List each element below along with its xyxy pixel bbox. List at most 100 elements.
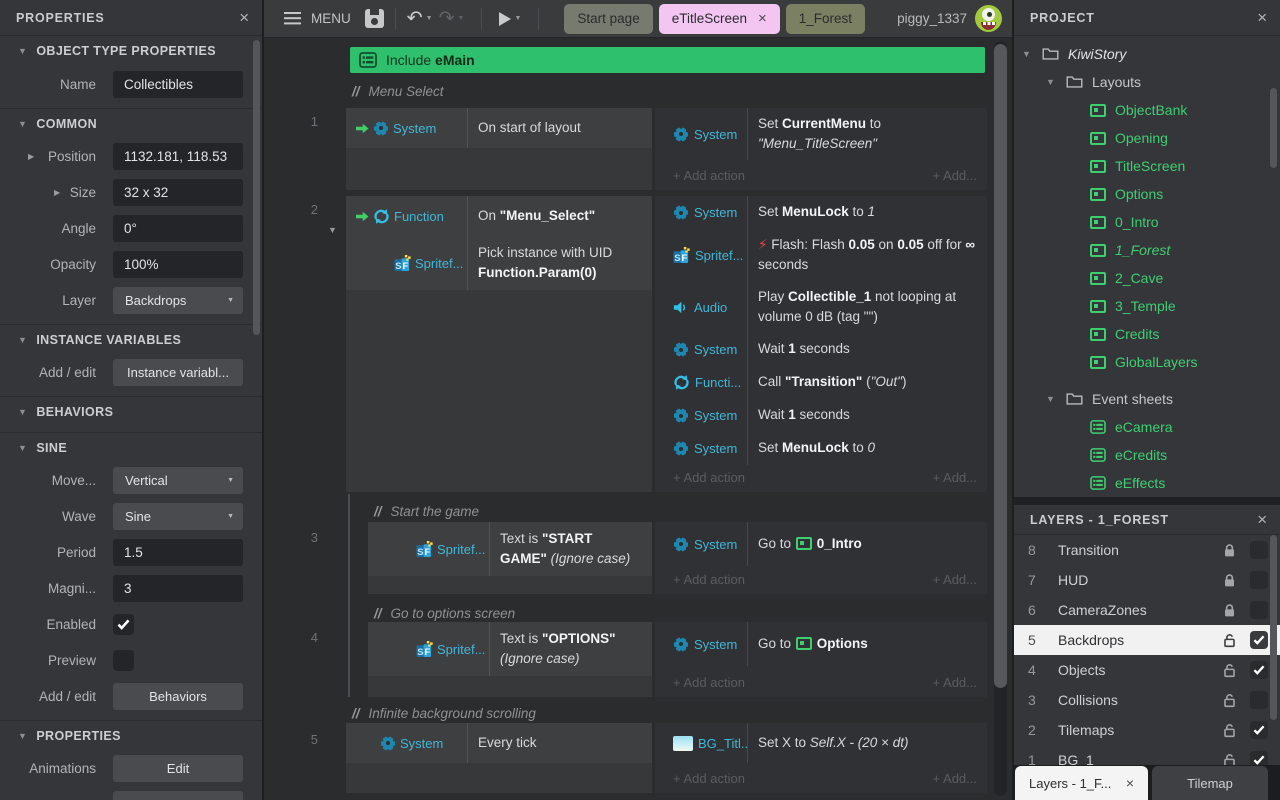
- size-input[interactable]: [113, 179, 243, 206]
- enabled-checkbox[interactable]: [113, 614, 134, 635]
- layer-row[interactable]: 1 BG_1: [1014, 745, 1280, 765]
- action-row[interactable]: System Wait 1 seconds: [655, 399, 987, 432]
- save-icon[interactable]: [365, 9, 384, 28]
- project-scrollbar[interactable]: [1270, 88, 1277, 168]
- visibility-checkbox[interactable]: [1250, 601, 1268, 619]
- layer-row[interactable]: 8 Transition: [1014, 535, 1280, 565]
- tab-etitlescreen[interactable]: eTitleScreen ×: [659, 4, 780, 34]
- tree-item[interactable]: ▼ 2_Cave: [1014, 264, 1280, 292]
- tab-layers[interactable]: Layers - 1_F... ×: [1015, 766, 1148, 800]
- layer-row[interactable]: 5 Backdrops: [1014, 625, 1280, 655]
- comment[interactable]: //Go to options screen: [374, 606, 515, 621]
- close-tab-icon[interactable]: ×: [758, 10, 767, 27]
- expand-right-icon[interactable]: ▶: [28, 152, 34, 161]
- tab-1-forest[interactable]: 1_Forest: [786, 4, 865, 34]
- tree-item[interactable]: ▼ Credits: [1014, 320, 1280, 348]
- hamburger-menu-icon[interactable]: [284, 12, 301, 25]
- action-row[interactable]: Functi... Call "Transition" ("Out"): [655, 366, 987, 399]
- visibility-checkbox[interactable]: [1250, 541, 1268, 559]
- tree-item[interactable]: ▼ 3_Temple: [1014, 292, 1280, 320]
- comment[interactable]: //Start the game: [374, 504, 479, 519]
- condition-row[interactable]: System On start of layout: [346, 108, 652, 148]
- play-dropdown-icon[interactable]: ▼: [514, 15, 521, 22]
- layer-row[interactable]: 6 CameraZones: [1014, 595, 1280, 625]
- tree-item[interactable]: ▼ TitleScreen: [1014, 152, 1280, 180]
- preview-play-icon[interactable]: [499, 12, 511, 26]
- lock-icon[interactable]: [1217, 633, 1241, 648]
- tree-item[interactable]: ▼ ObjectBank: [1014, 96, 1280, 124]
- action-row[interactable]: System Go to Options: [655, 622, 987, 666]
- name-input[interactable]: [113, 71, 243, 98]
- layer-row[interactable]: 3 Collisions: [1014, 685, 1280, 715]
- section-properties[interactable]: ▼ PROPERTIES: [0, 720, 262, 750]
- add-action-link[interactable]: + Add action: [673, 771, 745, 786]
- comment[interactable]: //Menu Select: [352, 84, 444, 99]
- animations-edit-button[interactable]: Edit: [113, 755, 243, 782]
- partial-button[interactable]: [113, 791, 243, 800]
- expand-arrow-icon[interactable]: ▼: [1046, 77, 1058, 87]
- magnitude-input[interactable]: [113, 575, 243, 602]
- expand-right-icon[interactable]: ▶: [54, 188, 60, 197]
- tab-start-page[interactable]: Start page: [564, 4, 652, 34]
- action-row[interactable]: BG_Titl... Set X to Self.X - (20 × dt): [655, 723, 987, 763]
- tab-tilemap[interactable]: Tilemap: [1152, 766, 1268, 800]
- lock-icon[interactable]: [1217, 723, 1241, 738]
- opacity-input[interactable]: [113, 251, 243, 278]
- section-instance-variables[interactable]: ▼ INSTANCE VARIABLES: [0, 324, 262, 354]
- preview-checkbox[interactable]: [113, 650, 134, 671]
- menu-button[interactable]: MENU: [311, 11, 351, 26]
- collapse-event-icon[interactable]: ▼: [328, 225, 337, 235]
- lock-icon[interactable]: [1217, 543, 1241, 558]
- section-behaviors[interactable]: ▼ BEHAVIORS: [0, 396, 262, 426]
- close-icon[interactable]: ×: [1257, 8, 1268, 28]
- action-row[interactable]: System Set MenuLock to 1: [655, 196, 987, 229]
- section-object-type-properties[interactable]: ▼ OBJECT TYPE PROPERTIES: [0, 36, 262, 66]
- wave-dropdown[interactable]: Sine ▼: [113, 503, 243, 530]
- action-row[interactable]: System Wait 1 seconds: [655, 333, 987, 366]
- period-input[interactable]: [113, 539, 243, 566]
- expand-arrow-icon[interactable]: ▼: [1022, 49, 1034, 59]
- add-action-link[interactable]: + Add action: [673, 470, 745, 485]
- condition-row[interactable]: SF Spritef... Pick instance with UID Fun…: [346, 236, 652, 290]
- add-link[interactable]: + Add...: [933, 168, 977, 183]
- add-link[interactable]: + Add...: [933, 470, 977, 485]
- action-row[interactable]: System Set CurrentMenu to "Menu_TitleScr…: [655, 108, 987, 160]
- tree-item[interactable]: ▼ Event sheets: [1014, 385, 1280, 413]
- tree-item[interactable]: ▼ eEffects: [1014, 469, 1280, 497]
- visibility-checkbox[interactable]: [1250, 571, 1268, 589]
- visibility-checkbox[interactable]: [1250, 691, 1268, 709]
- condition-row[interactable]: System Every tick: [346, 723, 652, 763]
- add-link[interactable]: + Add...: [933, 771, 977, 786]
- tree-item[interactable]: ▼ Options: [1014, 180, 1280, 208]
- visibility-checkbox[interactable]: [1250, 631, 1268, 649]
- movement-dropdown[interactable]: Vertical ▼: [113, 467, 243, 494]
- properties-scrollbar[interactable]: [253, 40, 260, 335]
- close-icon[interactable]: ×: [239, 8, 250, 28]
- tree-item[interactable]: ▼ 0_Intro: [1014, 208, 1280, 236]
- undo-dropdown-icon[interactable]: ▼: [426, 15, 433, 22]
- add-action-link[interactable]: + Add action: [673, 572, 745, 587]
- instance-variables-button[interactable]: Instance variabl...: [113, 359, 243, 386]
- avatar[interactable]: [975, 5, 1002, 32]
- section-sine[interactable]: ▼ SINE: [0, 432, 262, 462]
- visibility-checkbox[interactable]: [1250, 661, 1268, 679]
- action-row[interactable]: Audio Play Collectible_1 not looping at …: [655, 281, 987, 333]
- comment[interactable]: //Infinite background scrolling: [352, 706, 536, 721]
- layer-dropdown[interactable]: Backdrops ▼: [113, 287, 243, 314]
- add-action-link[interactable]: + Add action: [673, 675, 745, 690]
- tree-item[interactable]: ▼ Opening: [1014, 124, 1280, 152]
- add-link[interactable]: + Add...: [933, 572, 977, 587]
- tree-item[interactable]: ▼ Layouts: [1014, 68, 1280, 96]
- add-link[interactable]: + Add...: [933, 675, 977, 690]
- condition-row[interactable]: Function On "Menu_Select": [346, 196, 652, 236]
- layer-row[interactable]: 4 Objects: [1014, 655, 1280, 685]
- lock-icon[interactable]: [1217, 753, 1241, 766]
- angle-input[interactable]: [113, 215, 243, 242]
- close-tab-icon[interactable]: ×: [1126, 775, 1134, 791]
- visibility-checkbox[interactable]: [1250, 721, 1268, 739]
- tree-item[interactable]: ▼ eCamera: [1014, 413, 1280, 441]
- tree-item[interactable]: ▼ GlobalLayers: [1014, 348, 1280, 376]
- condition-row[interactable]: SF Spritef... Text is "OPTIONS" (Ignore …: [368, 622, 652, 676]
- tree-item[interactable]: ▼ KiwiStory: [1014, 40, 1280, 68]
- action-row[interactable]: System Go to 0_Intro: [655, 522, 987, 566]
